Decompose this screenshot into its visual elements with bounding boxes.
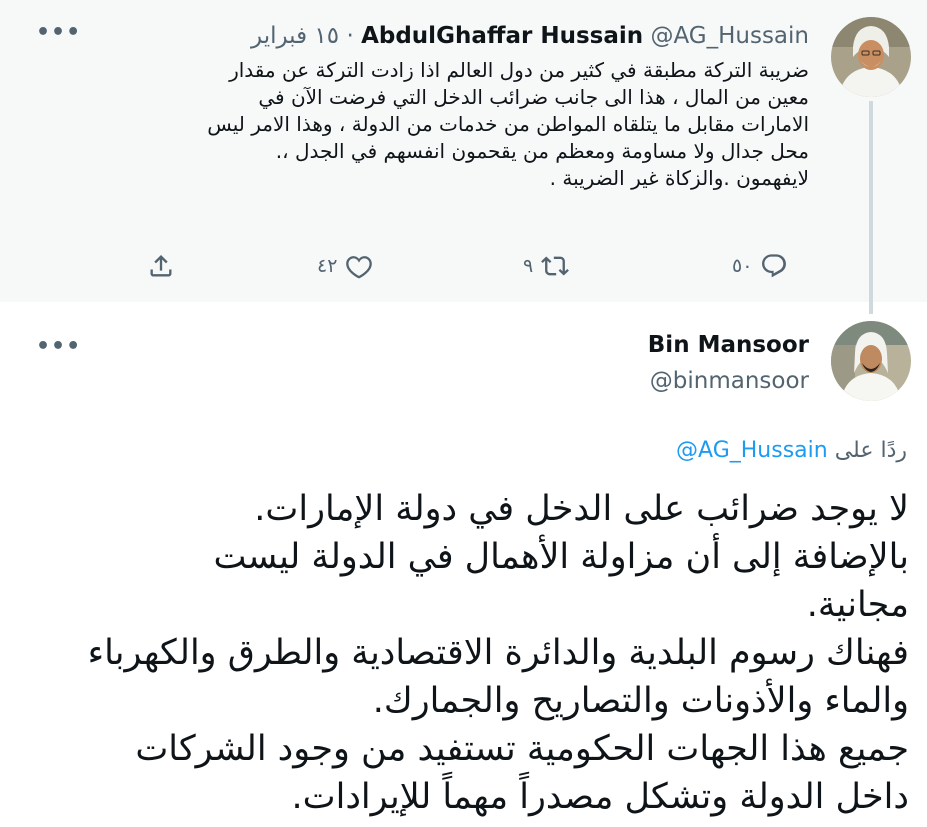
reply-count: ٥٠ (732, 255, 753, 277)
reply-button[interactable]: ٥٠ (732, 252, 788, 280)
like-count: ٤٢ (317, 255, 338, 277)
like-button[interactable]: ٤٢ (317, 252, 373, 280)
parent-tweet[interactable]: AbdulGhaffar Hussain @AG_Hussain · ١٥ فب… (0, 0, 927, 314)
parent-more-icon[interactable]: ••• (36, 22, 81, 44)
share-upload-icon (150, 255, 172, 277)
replying-to: ردًا على @AG_Hussain (676, 437, 907, 465)
main-more-icon[interactable]: ••• (36, 336, 81, 358)
parent-tweet-actions: ٥٠ ٩ ٤٢ (0, 252, 927, 282)
thread-connector-line (869, 101, 873, 314)
main-author-name[interactable]: Bin Mansoor (648, 331, 809, 359)
replying-to-mention[interactable]: @AG_Hussain (676, 438, 828, 463)
heart-outline-icon (346, 256, 373, 279)
replying-to-label: ردًا على (834, 438, 907, 463)
header-separator: · (346, 23, 354, 49)
retweet-count: ٩ (523, 255, 534, 277)
share-button[interactable] (147, 252, 175, 280)
parent-tweet-header: AbdulGhaffar Hussain @AG_Hussain · ١٥ فب… (251, 22, 809, 50)
avatar-photo-abdulghaffar (831, 17, 911, 97)
main-author-handle[interactable]: @binmansoor (650, 367, 809, 395)
parent-tweet-text: ضريبة التركة مطبقة في كثير من دول العالم… (207, 58, 809, 190)
avatar-photo-binmansoor (831, 321, 911, 401)
main-tweet-text: لا يوجد ضرائب على الدخل في دولة الإمارات… (87, 489, 909, 817)
parent-author-handle[interactable]: @AG_Hussain (650, 23, 809, 49)
retweet-arrows-icon (541, 256, 570, 276)
parent-author-name[interactable]: AbdulGhaffar Hussain (361, 23, 643, 49)
avatar-abdulghaffar[interactable] (831, 17, 911, 97)
avatar-binmansoor[interactable] (831, 321, 911, 401)
reply-bubble-icon (762, 254, 787, 278)
parent-tweet-date[interactable]: ١٥ فبراير (251, 23, 339, 49)
retweet-button[interactable]: ٩ (523, 252, 570, 280)
